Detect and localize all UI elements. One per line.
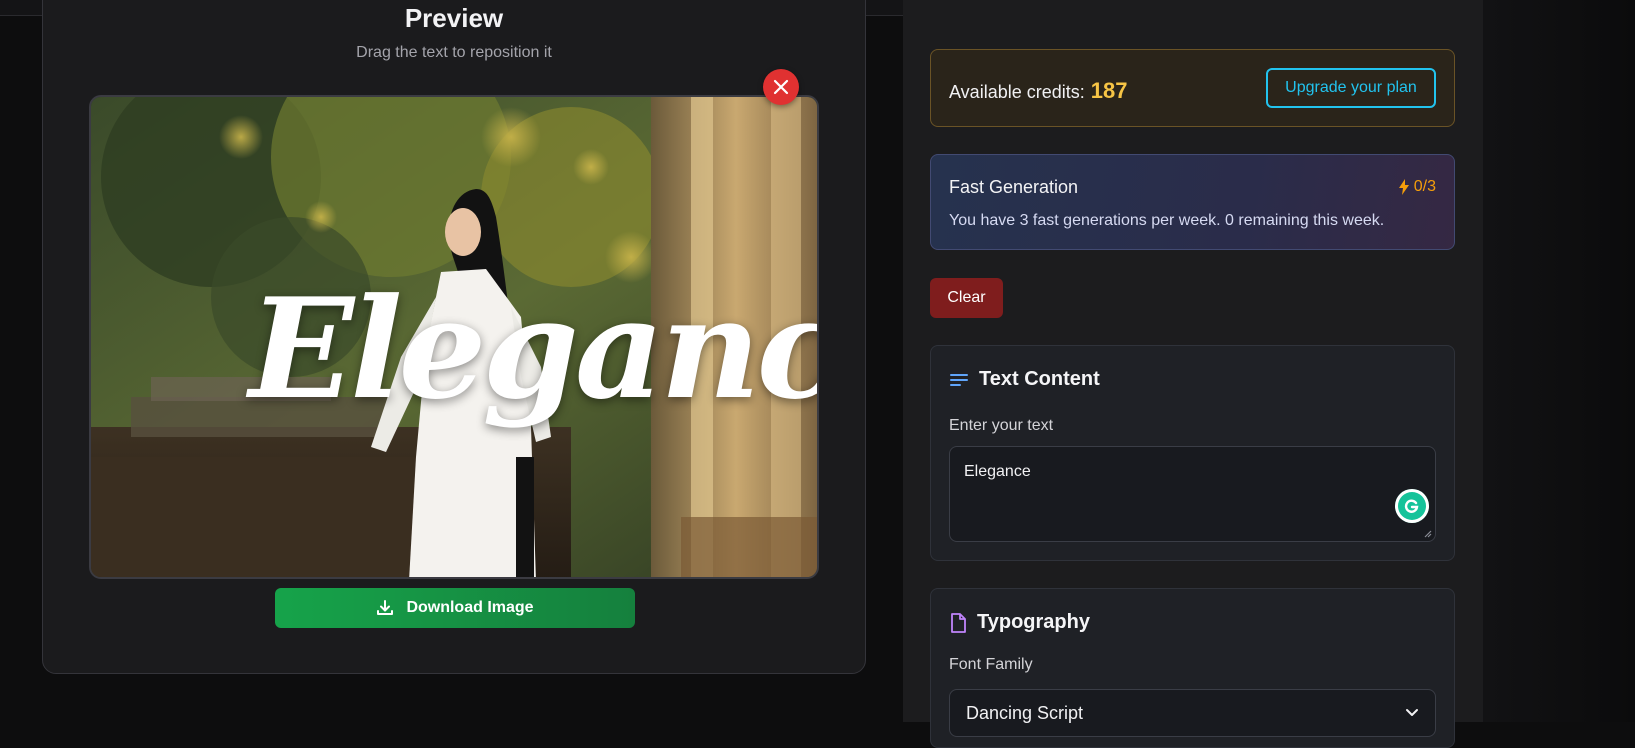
resize-grip-icon[interactable] [1422,528,1432,538]
font-family-value: Dancing Script [966,702,1084,723]
page-edge-background [1483,0,1635,722]
close-icon [773,79,789,95]
settings-panel: Available credits: 187 Upgrade your plan … [903,0,1483,748]
lightning-icon [1398,179,1409,195]
fast-generation-card: Fast Generation 0/3 You have 3 fast gene… [930,154,1455,250]
preview-subtitle: Drag the text to reposition it [356,44,552,61]
download-icon [377,600,394,615]
fast-generation-title: Fast Generation [949,177,1079,197]
download-image-button[interactable]: Download Image [275,588,635,628]
upgrade-plan-button[interactable]: Upgrade your plan [1266,68,1436,108]
fast-generation-description: You have 3 fast generations per week. 0 … [949,212,1385,229]
download-image-label: Download Image [406,599,534,616]
clear-button[interactable]: Clear [930,278,1003,318]
credits-label: Available credits: 187 [949,78,1127,104]
document-icon [951,612,966,633]
typography-card: Typography Font Family Dancing Script [930,588,1455,748]
text-content-heading-label: Text Content [979,368,1100,390]
remove-image-button[interactable] [763,69,799,105]
font-family-label: Font Family [949,656,1033,673]
fast-generation-count: 0/3 [1398,178,1436,196]
typography-heading-label: Typography [977,611,1090,633]
credits-value: 187 [1090,78,1128,103]
text-lines-icon [950,373,968,386]
enter-text-label: Enter your text [949,417,1054,434]
text-input[interactable]: Elegance [949,446,1436,542]
grammarly-icon[interactable] [1395,489,1429,523]
text-input-value: Elegance [964,463,1031,480]
preview-image-frame: Elegance [89,95,819,579]
credits-card: Available credits: 187 Upgrade your plan [930,49,1455,127]
text-content-card: Text Content Enter your text Elegance [930,345,1455,561]
credits-label-text: Available credits: [949,82,1085,102]
preview-panel: Preview Drag the text to reposition it E… [42,0,866,674]
typography-heading: Typography [949,611,1090,634]
font-family-select[interactable]: Dancing Script [949,689,1436,737]
chevron-down-icon [1406,709,1418,716]
text-content-heading: Text Content [949,368,1100,391]
draggable-overlay-text[interactable]: Elegance [249,267,817,430]
fast-generation-count-value: 0/3 [1413,178,1436,195]
preview-title: Preview [404,3,504,33]
grammarly-g-glyph [1402,496,1422,516]
